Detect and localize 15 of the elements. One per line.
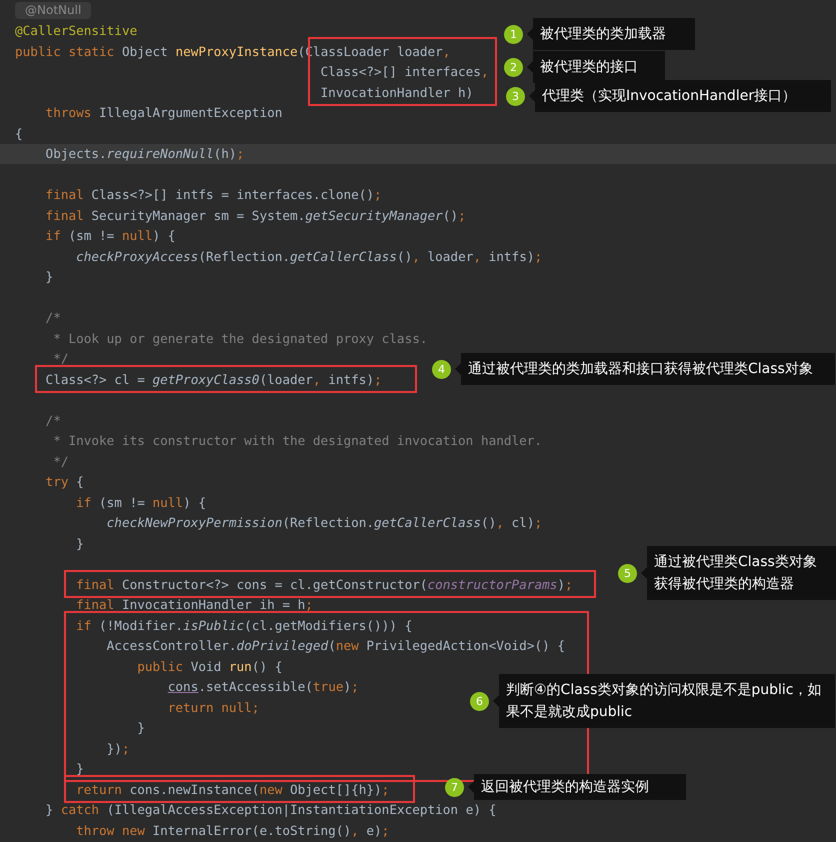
- annotation-callout: 通过被代理类Class类对象获得被代理类的构造器: [647, 546, 836, 600]
- number-badge: 1: [504, 24, 523, 44]
- annotation-callout: 代理类（实现InvocationHandler接口）: [535, 80, 831, 112]
- annotation-callout: 被代理类的类加载器: [533, 18, 695, 50]
- annotation-callout: 判断④的Class类对象的访问权限是不是public，如果不是就改成public: [499, 674, 835, 728]
- number-badge: 4: [432, 360, 451, 378]
- annotation-hint: @NotNull: [15, 2, 92, 19]
- number-badge: 3: [506, 86, 525, 106]
- annotation-callout: 通过被代理类的类加载器和接口获得被代理类Class对象: [461, 353, 835, 385]
- annotation-callout: 被代理类的接口: [533, 51, 665, 83]
- number-badge: 2: [504, 58, 523, 76]
- annotation-callout: 返回被代理类的构造器实例: [474, 774, 686, 800]
- number-badge: 5: [618, 564, 637, 582]
- number-badge: 6: [470, 692, 489, 710]
- number-badge: 7: [445, 778, 464, 796]
